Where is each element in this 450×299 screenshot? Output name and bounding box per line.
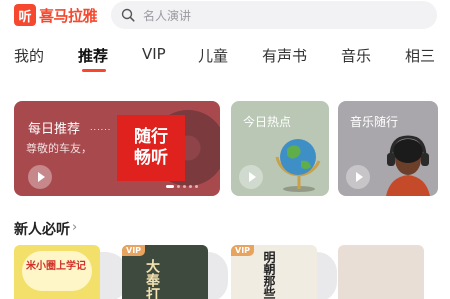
app-logo[interactable]: 听 喜马拉雅 — [14, 3, 98, 27]
carousel-indicator — [166, 185, 198, 188]
play-button[interactable] — [28, 165, 52, 189]
play-button[interactable] — [346, 165, 370, 189]
logo-icon: 听 — [14, 4, 36, 26]
tab-recommend[interactable]: 推荐 — [78, 45, 108, 66]
play-icon — [248, 172, 256, 182]
app-name: 喜马拉雅 — [39, 6, 98, 25]
top-bar: 听 喜马拉雅 名人演讲 — [0, 0, 450, 32]
vip-badge: VIP — [231, 245, 255, 256]
chevron-right-icon[interactable]: › — [72, 220, 77, 235]
book-cover[interactable]: VIP 明朝那些 — [231, 245, 317, 299]
daily-recommend-dots: ...... — [90, 123, 112, 132]
today-hot-title: 今日热点 — [243, 115, 292, 129]
play-icon — [355, 172, 363, 182]
book-cover[interactable]: 米小圈上学记 — [14, 245, 100, 299]
category-tabs: 我的 推荐 VIP 儿童 有声书 音乐 相三 — [0, 45, 450, 75]
play-button[interactable] — [239, 165, 263, 189]
tab-vip[interactable]: VIP — [142, 45, 166, 63]
daily-recommend-cover: 随行 畅听 — [117, 115, 185, 181]
search-placeholder: 名人演讲 — [143, 8, 192, 23]
tab-audiobooks[interactable]: 有声书 — [262, 45, 307, 66]
tab-mine[interactable]: 我的 — [14, 45, 44, 66]
search-bar[interactable]: 名人演讲 — [111, 1, 437, 29]
tab-kids[interactable]: 儿童 — [198, 45, 228, 66]
book-cover[interactable] — [338, 245, 424, 299]
daily-recommend-subtitle: 尊敬的车友， — [26, 142, 92, 155]
daily-recommend-card[interactable]: 每日推荐 ...... 尊敬的车友， 随行 畅听 — [14, 101, 220, 196]
active-tab-indicator — [82, 69, 106, 72]
book-stack-decoration — [208, 252, 228, 299]
music-card[interactable]: 音乐随行 — [338, 101, 438, 196]
tab-more[interactable]: 相三 — [405, 45, 435, 66]
daily-recommend-title: 每日推荐 — [28, 122, 81, 137]
book-title: 大奉打 — [144, 259, 160, 299]
tab-music[interactable]: 音乐 — [341, 45, 371, 66]
headphone-listener-icon — [386, 135, 430, 196]
cover-text-line1: 随行 — [134, 127, 168, 147]
vip-badge: VIP — [122, 245, 146, 256]
book-title: 明朝那些 — [262, 251, 276, 299]
cover-text-line2: 畅听 — [134, 148, 168, 168]
search-icon — [121, 8, 135, 22]
book-cover[interactable]: VIP 大奉打 — [122, 245, 208, 299]
play-icon — [37, 172, 45, 182]
today-hot-card[interactable]: 今日热点 — [231, 101, 329, 196]
globe-icon — [275, 139, 321, 192]
book-title: 米小圈上学记 — [26, 261, 86, 272]
book-stack-decoration — [317, 252, 337, 299]
music-card-title: 音乐随行 — [350, 115, 399, 129]
section-title[interactable]: 新人必听 — [14, 219, 70, 239]
